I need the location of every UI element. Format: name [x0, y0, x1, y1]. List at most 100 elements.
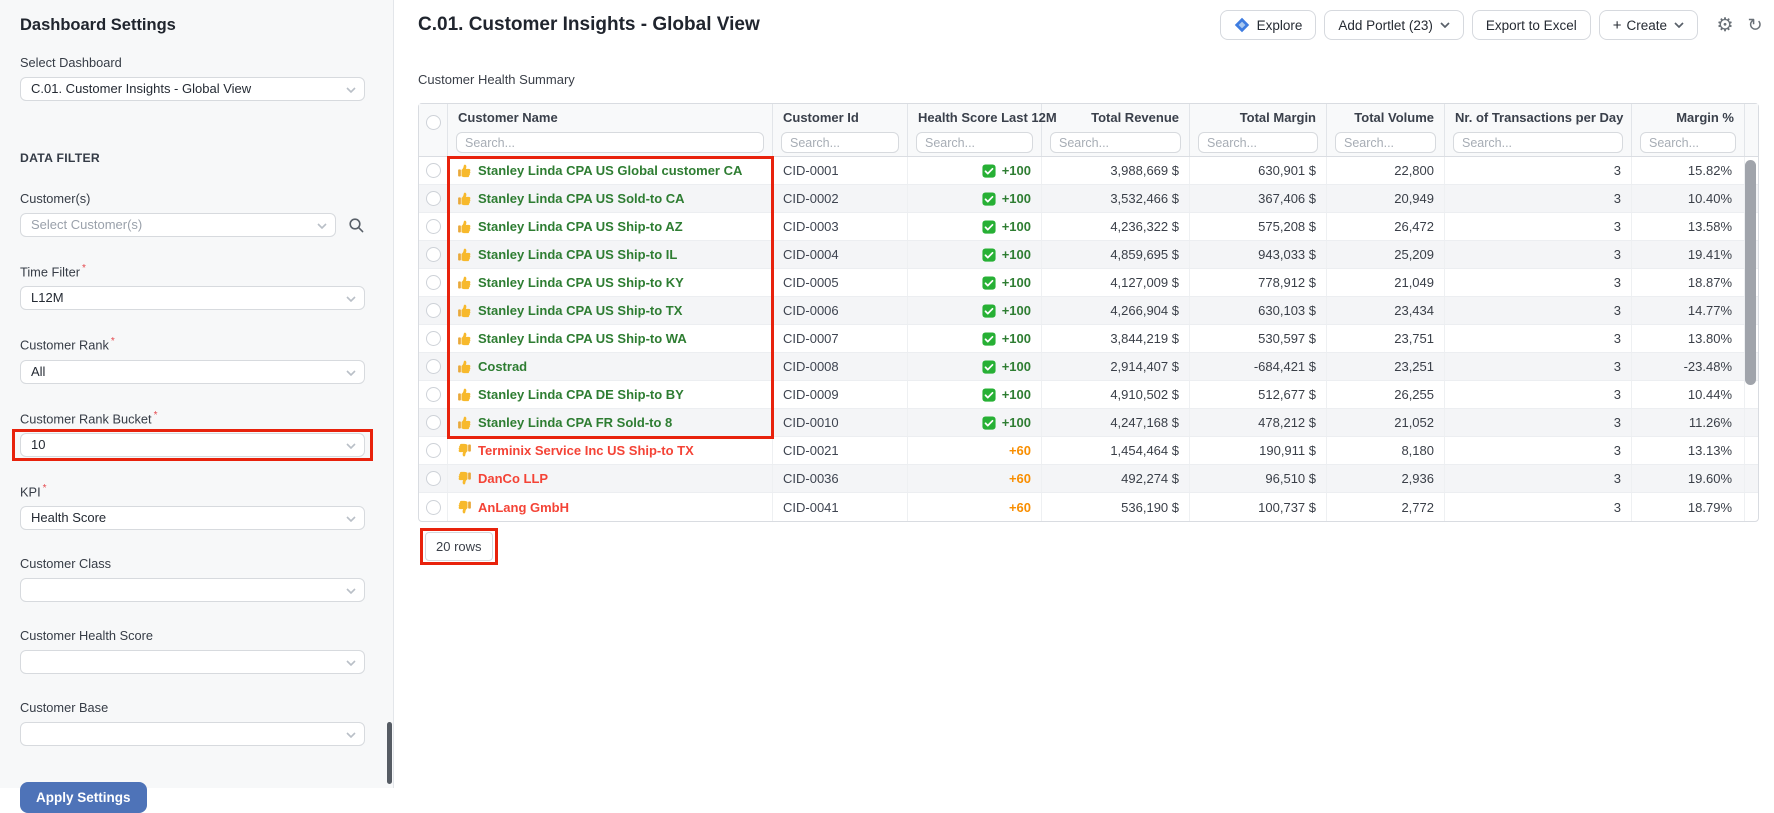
row-radio-button[interactable] [425, 443, 441, 458]
customer-name-cell[interactable]: AnLang GmbH [448, 493, 773, 521]
customer-name-cell[interactable]: DanCo LLP [448, 465, 773, 492]
export-to-excel-button[interactable]: Export to Excel [1471, 10, 1591, 40]
create-button[interactable]: + Create [1598, 10, 1698, 40]
thumbs-up-icon [458, 304, 471, 318]
refresh-icon[interactable]: ↻ [1744, 14, 1766, 36]
header-radio-button[interactable] [425, 115, 441, 130]
row-radio-button[interactable] [425, 415, 441, 430]
customer-id-cell: CID-0010 [773, 409, 908, 436]
add-portlet-button[interactable]: Add Portlet (23) [1324, 10, 1464, 40]
row-radio-button[interactable] [425, 471, 441, 486]
row-radio-cell [419, 381, 448, 408]
search-input-customer-id[interactable] [781, 132, 899, 153]
chevron-down-icon [1674, 22, 1684, 28]
kpi-dropdown[interactable]: Health Score [20, 506, 365, 531]
table-row[interactable]: AnLang GmbH CID-0041 +60 536,190 $ 100,7… [419, 493, 1758, 521]
search-input-customer-name[interactable] [456, 132, 764, 153]
search-input-margin-pct[interactable] [1640, 132, 1736, 153]
row-radio-button[interactable] [425, 303, 441, 318]
table-row[interactable]: Terminix Service Inc US Ship-to TX CID-0… [419, 437, 1758, 465]
customer-health-score-dropdown[interactable] [20, 650, 365, 675]
table-row[interactable]: Stanley Linda CPA DE Ship-to BY CID-0009… [419, 381, 1758, 409]
search-input-transactions[interactable] [1453, 132, 1623, 153]
chevron-down-icon [346, 296, 356, 303]
customer-name-cell[interactable]: Stanley Linda CPA US Ship-to IL [448, 241, 773, 268]
table-row[interactable]: Stanley Linda CPA US Ship-to WA CID-0007… [419, 325, 1758, 353]
row-radio-button[interactable] [425, 331, 441, 346]
health-score-value: +100 [1001, 331, 1031, 346]
row-radio-button[interactable] [425, 499, 441, 515]
customer-class-dropdown[interactable] [20, 578, 365, 603]
row-radio-button[interactable] [425, 247, 441, 262]
table-scrollbar[interactable] [1745, 160, 1756, 385]
table-row[interactable]: Stanley Linda CPA FR Sold-to 8 CID-0010 … [419, 409, 1758, 437]
customer-name: Costrad [478, 359, 528, 374]
row-radio-cell [419, 185, 448, 212]
table-row[interactable]: Stanley Linda CPA US Ship-to KY CID-0005… [419, 269, 1758, 297]
customer-name-cell[interactable]: Stanley Linda CPA US Ship-to KY [448, 269, 773, 296]
customer-id-cell: CID-0004 [773, 241, 908, 268]
customer-name-cell[interactable]: Stanley Linda CPA US Ship-to AZ [448, 213, 773, 240]
chevron-down-icon [346, 516, 356, 523]
total-margin-cell: 943,033 $ [1190, 241, 1327, 268]
search-input-health-score[interactable] [916, 132, 1033, 153]
row-radio-cell [419, 465, 448, 492]
thumbs-down-icon [458, 443, 471, 457]
table-row[interactable]: Stanley Linda CPA US Global customer CA … [419, 157, 1758, 185]
column-margin-pct: Margin % [1632, 104, 1745, 156]
table-row[interactable]: Stanley Linda CPA US Sold-to CA CID-0002… [419, 185, 1758, 213]
row-radio-button[interactable] [425, 359, 441, 374]
table-row[interactable]: Stanley Linda CPA US Ship-to TX CID-0006… [419, 297, 1758, 325]
row-radio-button[interactable] [425, 163, 441, 178]
total-revenue-cell: 1,454,464 $ [1042, 437, 1190, 464]
explore-button[interactable]: Explore [1219, 10, 1317, 40]
customer-name-cell[interactable]: Costrad [448, 353, 773, 380]
health-check-icon [982, 247, 996, 262]
customer-id-cell: CID-0021 [773, 437, 908, 464]
select-dashboard-dropdown[interactable]: C.01. Customer Insights - Global View [20, 77, 365, 101]
health-score-value: +100 [1001, 163, 1031, 178]
customer-name-cell[interactable]: Stanley Linda CPA FR Sold-to 8 [448, 409, 773, 436]
search-icon[interactable] [348, 217, 365, 234]
row-scroll-gutter [1745, 437, 1758, 464]
sidebar-scrollbar[interactable] [387, 722, 392, 784]
customer-base-dropdown[interactable] [20, 722, 365, 747]
table-row[interactable]: DanCo LLP CID-0036 +60 492,274 $ 96,510 … [419, 465, 1758, 493]
search-input-total-margin[interactable] [1198, 132, 1318, 153]
table-row[interactable]: Stanley Linda CPA US Ship-to AZ CID-0003… [419, 213, 1758, 241]
settings-gear-icon[interactable]: ⚙ [1714, 14, 1736, 36]
column-label: Total Margin [1239, 110, 1316, 125]
total-revenue-cell: 3,988,669 $ [1042, 157, 1190, 184]
total-volume-cell: 22,800 [1327, 157, 1445, 184]
customer-rank-bucket-dropdown[interactable]: 10 [20, 432, 365, 457]
customers-dropdown[interactable]: Select Customer(s) [20, 213, 336, 237]
row-radio-button[interactable] [425, 387, 441, 402]
total-margin-cell: 778,912 $ [1190, 269, 1327, 296]
customer-name-cell[interactable]: Stanley Linda CPA US Sold-to CA [448, 185, 773, 212]
row-radio-button[interactable] [425, 219, 441, 234]
customer-name-cell[interactable]: Stanley Linda CPA US Ship-to WA [448, 325, 773, 352]
customer-name-cell[interactable]: Stanley Linda CPA US Global customer CA [448, 157, 773, 184]
time-filter-dropdown[interactable]: L12M [20, 286, 365, 311]
apply-settings-button[interactable]: Apply Settings [20, 782, 147, 813]
column-transactions-per-day: Nr. of Transactions per Day [1445, 104, 1632, 156]
customer-name-cell[interactable]: Stanley Linda CPA US Ship-to TX [448, 297, 773, 324]
total-volume-cell: 26,255 [1327, 381, 1445, 408]
total-margin-cell: 100,737 $ [1190, 493, 1327, 521]
customer-name-cell[interactable]: Stanley Linda CPA DE Ship-to BY [448, 381, 773, 408]
search-input-total-revenue[interactable] [1050, 132, 1181, 153]
row-radio-button[interactable] [425, 191, 441, 206]
transactions-cell: 3 [1445, 185, 1632, 212]
customer-rank-dropdown[interactable]: All [20, 359, 365, 384]
customer-name: Stanley Linda CPA FR Sold-to 8 [478, 415, 673, 430]
table-row[interactable]: Stanley Linda CPA US Ship-to IL CID-0004… [419, 241, 1758, 269]
table-row[interactable]: Costrad CID-0008 +100 2,914,407 $ -684,4… [419, 353, 1758, 381]
total-volume-cell: 21,052 [1327, 409, 1445, 436]
search-input-total-volume[interactable] [1335, 132, 1436, 153]
customer-name-cell[interactable]: Terminix Service Inc US Ship-to TX [448, 437, 773, 464]
row-radio-cell [419, 241, 448, 268]
required-asterisk: * [42, 482, 47, 494]
total-revenue-cell: 3,532,466 $ [1042, 185, 1190, 212]
health-score-value: +100 [1001, 415, 1031, 430]
row-radio-button[interactable] [425, 275, 441, 290]
